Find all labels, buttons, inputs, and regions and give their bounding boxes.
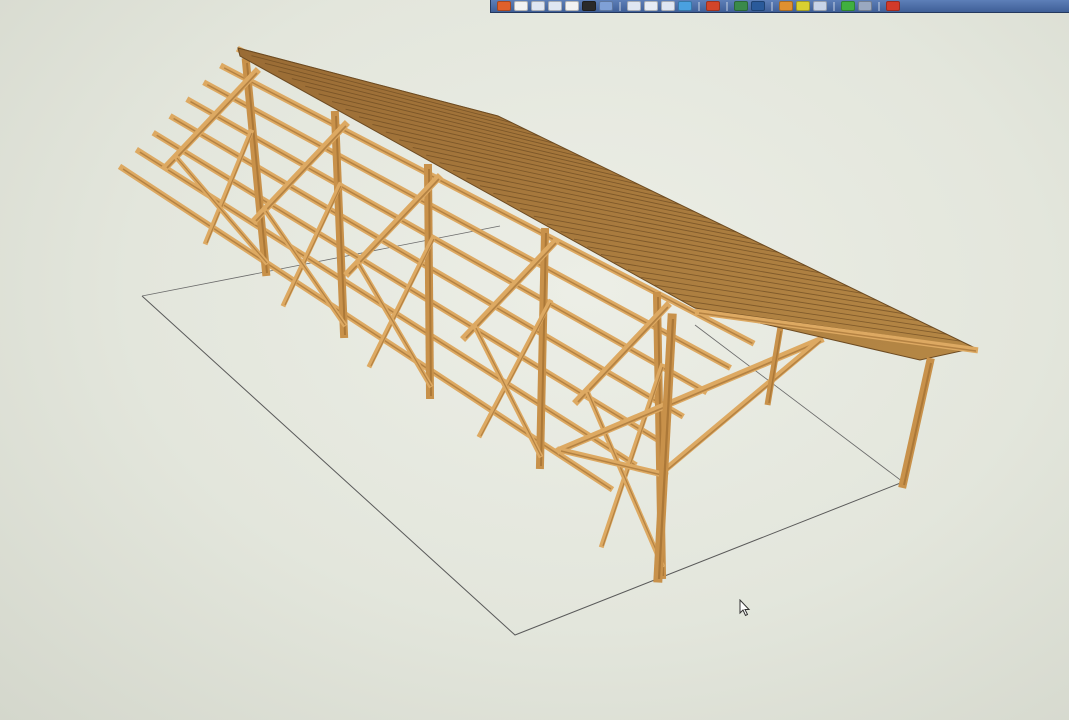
rear-post [764, 326, 784, 406]
new-icon[interactable] [514, 1, 528, 11]
tree-icon[interactable] [841, 1, 855, 11]
tie-beam [555, 335, 825, 455]
pencil-icon[interactable] [813, 1, 827, 11]
redo-icon[interactable] [678, 1, 692, 11]
undo-icon[interactable] [661, 1, 675, 11]
orbit-icon[interactable] [599, 1, 613, 11]
export-icon[interactable] [886, 1, 900, 11]
material-icon[interactable] [734, 1, 748, 11]
corner-post-edge [903, 362, 932, 486]
print-icon[interactable] [565, 1, 579, 11]
mouse-cursor-icon [739, 599, 751, 617]
open-icon[interactable] [531, 1, 545, 11]
toolbar-separator [833, 1, 835, 11]
knee-brace-edge [665, 340, 822, 472]
tie-beam-edge [560, 340, 822, 452]
shadow-icon[interactable] [858, 1, 872, 11]
toolbar-separator [771, 1, 773, 11]
tape-measure-icon[interactable] [796, 1, 810, 11]
select-icon[interactable] [497, 1, 511, 11]
copy-icon[interactable] [627, 1, 641, 11]
brace [598, 362, 666, 549]
toolbar-separator [878, 1, 880, 11]
corner-post [898, 357, 935, 489]
layer-icon[interactable] [751, 1, 765, 11]
app-toolbar [490, 0, 1069, 13]
paint-icon[interactable] [779, 1, 793, 11]
brace-edge [602, 366, 664, 547]
toolbar-separator [698, 1, 700, 11]
paste-icon[interactable] [644, 1, 658, 11]
model-viewport[interactable] [0, 13, 1069, 720]
toolbar-separator [619, 1, 621, 11]
component-icon[interactable] [706, 1, 720, 11]
knee-brace [660, 335, 825, 475]
toolbar-separator [726, 1, 728, 11]
save-icon[interactable] [548, 1, 562, 11]
color-swatch-icon[interactable] [582, 1, 596, 11]
